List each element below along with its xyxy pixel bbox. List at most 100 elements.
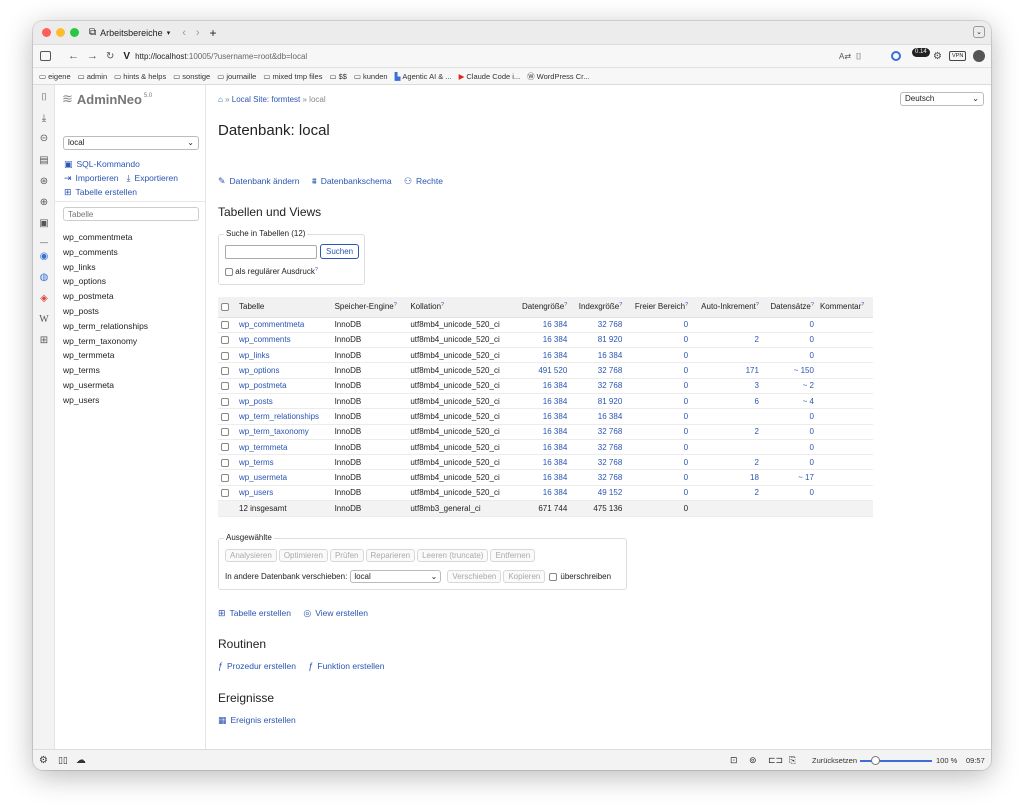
row-checkbox[interactable] [221, 489, 229, 498]
index-size-link[interactable]: 32 768 [598, 458, 622, 467]
export-link[interactable]: ⤓ Exportieren [127, 173, 178, 183]
data-size-link[interactable]: 16 384 [543, 473, 567, 482]
app-logo[interactable]: ≋ AdminNeo 5.0 [62, 91, 152, 107]
auto-increment-link[interactable]: 2 [754, 427, 758, 436]
rows-count-link[interactable]: 0 [809, 458, 813, 467]
auto-increment-link[interactable]: 6 [754, 397, 758, 406]
truncate-button[interactable]: Leeren (truncate) [417, 549, 489, 562]
data-size-link[interactable]: 491 520 [538, 366, 567, 375]
sidebar-table-item[interactable]: wp_commentmeta [63, 230, 148, 245]
sidebar-table-item[interactable]: wp_links [63, 260, 148, 275]
move-button[interactable]: Verschieben [447, 570, 502, 583]
row-checkbox[interactable] [221, 458, 229, 467]
data-size-link[interactable]: 16 384 [543, 427, 567, 436]
rows-count-link[interactable]: 0 [809, 335, 813, 344]
messenger-panel-icon[interactable]: ◉ [38, 251, 50, 263]
forward-tab-icon[interactable]: › [196, 27, 200, 39]
free-space-link[interactable]: 0 [684, 381, 688, 390]
row-checkbox[interactable] [221, 382, 229, 391]
reload-icon[interactable]: ↻ [106, 51, 114, 62]
copy-button[interactable]: Kopieren [503, 570, 546, 583]
rows-count-link[interactable]: ~ 2 [803, 381, 814, 390]
column-header[interactable]: Speicher-Engine? [331, 297, 408, 318]
rows-count-link[interactable]: ~ 150 [794, 366, 814, 375]
sidebar-table-item[interactable]: wp_usermeta [63, 378, 148, 393]
index-size-link[interactable]: 32 768 [598, 320, 622, 329]
sidebar-table-item[interactable]: wp_postmeta [63, 289, 148, 304]
table-name-link[interactable]: wp_term_taxonomy [239, 427, 309, 436]
index-size-link[interactable]: 81 920 [598, 335, 622, 344]
row-checkbox[interactable] [221, 366, 229, 375]
mail-panel-icon[interactable]: ⊕ [38, 197, 50, 209]
create-function-link[interactable]: ƒ Funktion erstellen [308, 661, 384, 671]
select-all-checkbox[interactable] [221, 303, 229, 312]
bookmark-item[interactable]: ▭ $$ [329, 72, 346, 81]
rows-count-link[interactable]: ~ 4 [803, 397, 814, 406]
translate-panel-icon[interactable]: ⊛ [38, 176, 50, 188]
rows-count-link[interactable]: 0 [809, 351, 813, 360]
free-space-link[interactable]: 0 [684, 335, 688, 344]
calendar-panel-icon[interactable]: ▣ [38, 218, 50, 230]
create-procedure-link[interactable]: ƒ Prozedur erstellen [218, 661, 296, 671]
screenshot-icon[interactable]: ⊡ [730, 755, 738, 766]
free-space-link[interactable]: 0 [684, 458, 688, 467]
bookmark-item[interactable]: Ⓦ WordPress Cr... [527, 71, 589, 82]
help-icon[interactable]: ? [441, 302, 444, 308]
auto-increment-link[interactable]: 3 [754, 381, 758, 390]
index-size-link[interactable]: 32 768 [598, 366, 622, 375]
free-space-link[interactable]: 0 [684, 427, 688, 436]
column-header[interactable]: Kollation? [407, 297, 514, 318]
index-size-link[interactable]: 32 768 [598, 473, 622, 482]
row-checkbox[interactable] [221, 321, 229, 330]
table-filter-input[interactable] [63, 207, 199, 221]
bookmarks-panel-icon[interactable]: ⌷ [38, 92, 50, 104]
row-checkbox[interactable] [221, 397, 229, 406]
analyze-button[interactable]: Analysieren [225, 549, 277, 562]
search-button[interactable]: Suchen [320, 244, 360, 259]
free-space-link[interactable]: 0 [684, 412, 688, 421]
free-space-link[interactable]: 0 [684, 351, 688, 360]
column-header[interactable]: Datengröße? [513, 297, 571, 318]
sidebar-table-item[interactable]: wp_comments [63, 245, 148, 260]
data-size-link[interactable]: 16 384 [543, 397, 567, 406]
table-name-link[interactable]: wp_postmeta [239, 381, 287, 390]
zoom-slider-handle[interactable] [871, 756, 880, 765]
reader-icon[interactable]: ⊏⊐ [768, 755, 783, 766]
regex-checkbox[interactable] [225, 267, 233, 276]
index-size-link[interactable]: 32 768 [598, 381, 622, 390]
sidebar-table-item[interactable]: wp_posts [63, 304, 148, 319]
url-field[interactable]: http://localhost:10005/?username=root&db… [135, 52, 307, 61]
auto-increment-link[interactable]: 2 [754, 458, 758, 467]
help-icon[interactable]: ? [811, 302, 814, 308]
row-checkbox[interactable] [221, 336, 229, 345]
translate-icon[interactable]: A⇄ [839, 52, 851, 61]
index-size-link[interactable]: 16 384 [598, 412, 622, 421]
rows-count-link[interactable]: ~ 17 [798, 473, 814, 482]
sidebar-toggle-icon[interactable] [40, 51, 51, 61]
data-size-link[interactable]: 16 384 [543, 351, 567, 360]
create-event-link[interactable]: ▦ Ereignis erstellen [218, 715, 296, 726]
rows-count-link[interactable]: 0 [809, 443, 813, 452]
tiling-icon[interactable]: ▯▯ [58, 755, 68, 766]
database-select[interactable]: local ⌄ [63, 136, 199, 150]
chat-panel-icon[interactable]: ◍ [38, 272, 50, 284]
regex-option[interactable]: als regulärer Ausdruck? [225, 267, 318, 276]
move-target-select[interactable]: local ⌄ [350, 570, 442, 583]
minimize-window-button[interactable] [56, 28, 65, 37]
row-checkbox[interactable] [221, 428, 229, 437]
column-header[interactable]: Freier Bereich? [625, 297, 692, 318]
row-checkbox[interactable] [221, 412, 229, 421]
import-link[interactable]: ⇥ Importieren [64, 173, 119, 183]
sidebar-table-item[interactable]: wp_term_relationships [63, 319, 148, 334]
column-header[interactable]: Tabelle [236, 297, 332, 318]
auto-increment-link[interactable]: 18 [750, 473, 759, 482]
free-space-link[interactable]: 0 [684, 397, 688, 406]
data-size-link[interactable]: 16 384 [543, 381, 567, 390]
drop-button[interactable]: Entfernen [490, 549, 536, 562]
repair-button[interactable]: Reparieren [365, 549, 416, 562]
sidebar-table-item[interactable]: wp_termmeta [63, 348, 148, 363]
column-header[interactable]: Auto-Inkrement? [691, 297, 762, 318]
bookmark-item[interactable]: ▭ admin [78, 72, 108, 81]
row-checkbox[interactable] [221, 351, 229, 360]
create-table-link-main[interactable]: ⊞ Tabelle erstellen [218, 608, 291, 618]
